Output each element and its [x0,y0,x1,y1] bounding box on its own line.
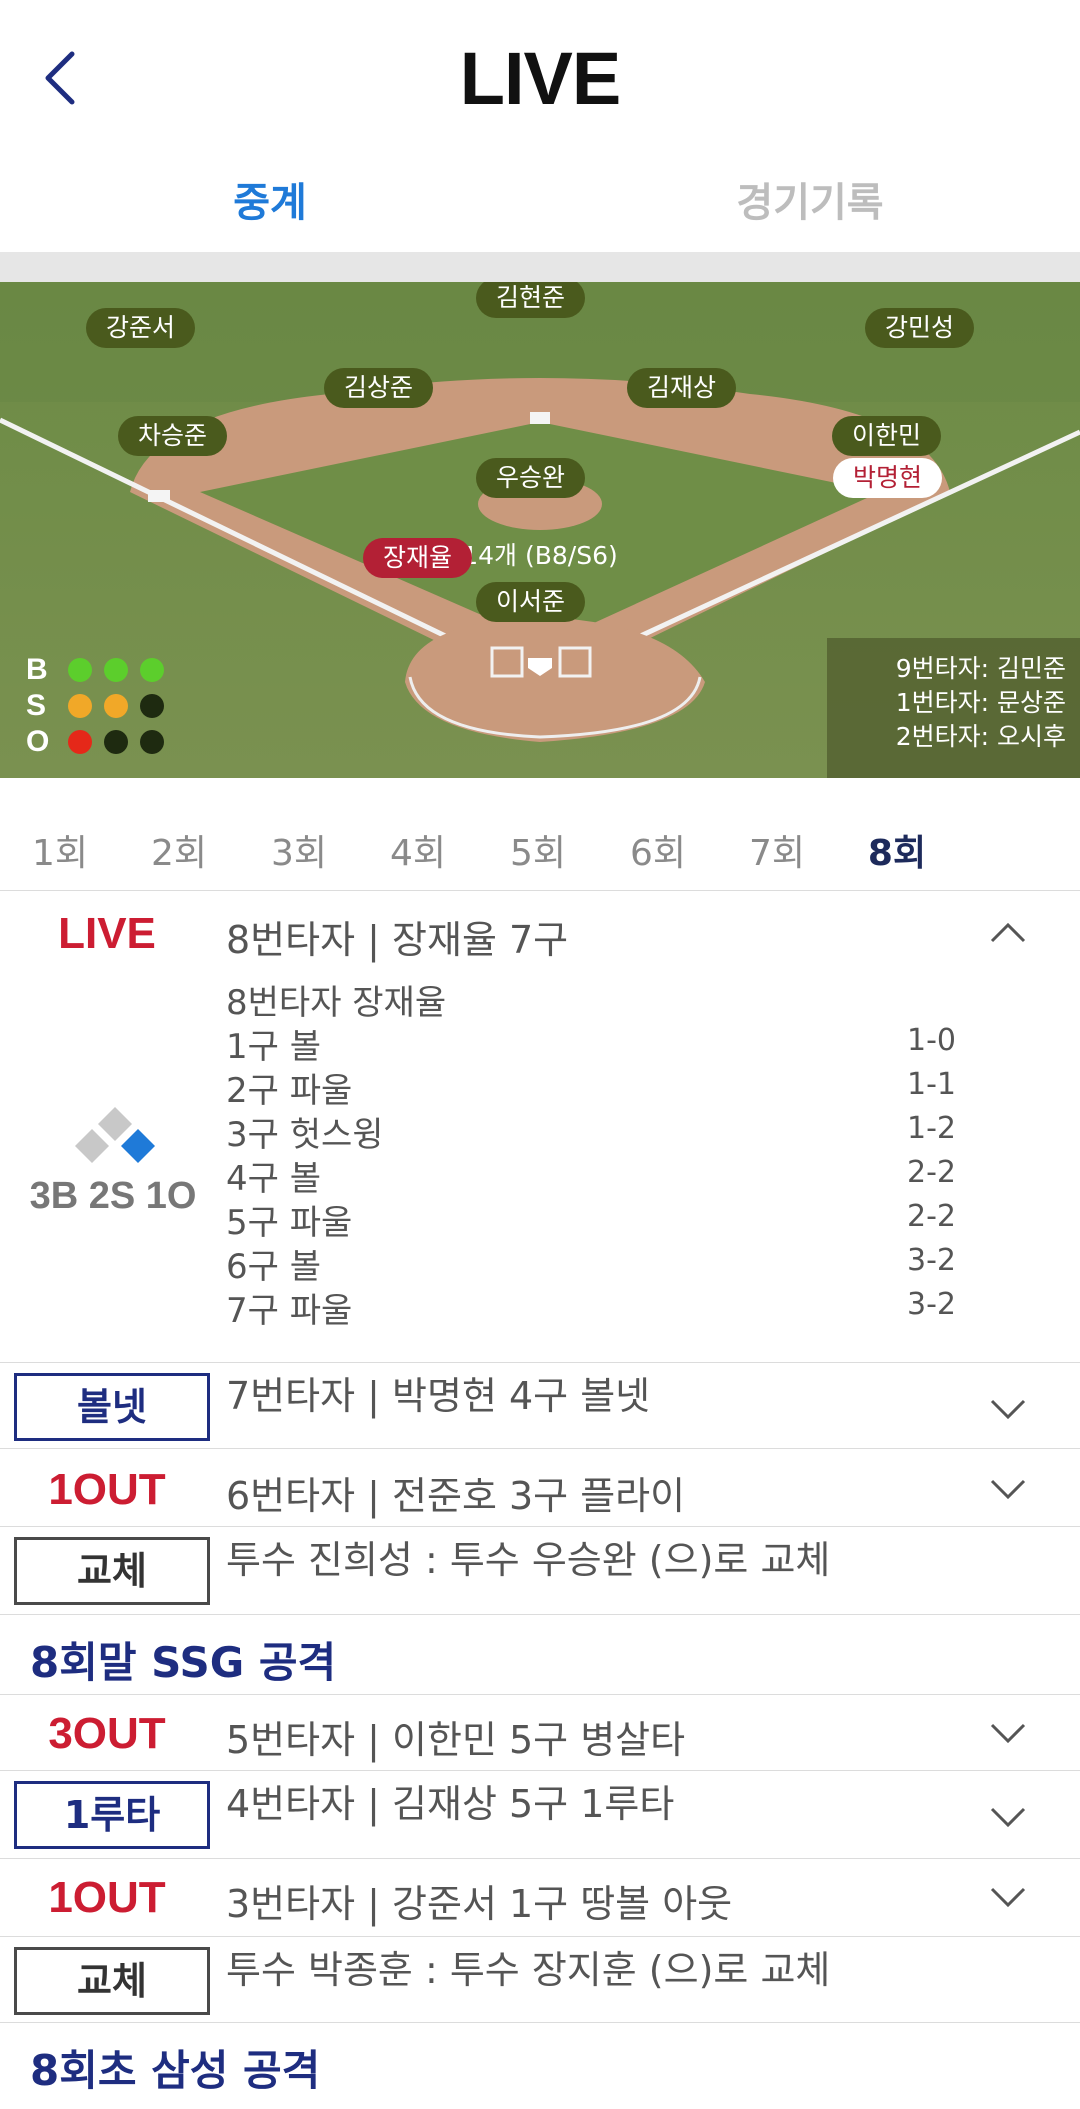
inning-tab[interactable]: 2회 [119,824,239,876]
event-desc: 4번타자 | 김재상 5구 1루타 [226,1782,675,1826]
inning-tab[interactable]: 4회 [358,824,478,876]
outs-row: O [26,724,164,760]
event-desc: 투수 박종훈 : 투수 장지훈 (으)로 교체 [226,1948,831,1992]
event-desc: 3번타자 | 강준서 1구 땅볼 아웃 [226,1882,733,1926]
event-row[interactable]: 1루타 4번타자 | 김재상 5구 1루타 [0,1770,1080,1858]
runner-first-base: 박명현 [833,458,943,498]
chevron-down-icon[interactable] [988,1397,1028,1421]
upcoming-batter: 1번타자: 문상준 [895,688,1066,717]
event-label-out: 3OUT [48,1709,166,1758]
count-summary: 3B 2S 1O [29,1175,197,1217]
baseball-field: 김현준 강준서 강민성 김상준 김재상 차승준 이한민 박명현 우승완 14개 … [0,282,1080,778]
player-right-field: 강민성 [865,308,975,348]
event-desc: 투수 진희성 : 투수 우승완 (으)로 교체 [226,1538,831,1582]
pitch-item: 2구 파울 1-1 [226,1067,956,1111]
upcoming-batter: 9번타자: 김민준 [895,654,1066,683]
event-desc: 5번타자 | 이한민 5구 병살타 [226,1718,686,1762]
event-row: 교체 투수 진희성 : 투수 우승완 (으)로 교체 [0,1526,1080,1614]
live-summary: 8번타자 | 장재율 7구 [226,918,569,962]
event-label-out: 1OUT [48,1873,166,1922]
bso-indicator: B S O [26,652,164,760]
player-third-base: 차승준 [118,416,228,456]
strikes-row: S [26,688,164,724]
current-batter: 장재율 [363,538,473,578]
player-first-base: 이한민 [832,416,942,456]
app-header: LIVE [0,0,1080,150]
inning-tab[interactable]: 1회 [0,824,120,876]
page-title: LIVE [459,37,621,120]
divider [0,252,1080,282]
inning-tab[interactable]: 3회 [239,824,359,876]
event-label-walk: 볼넷 [14,1373,210,1441]
pitch-item: 1구 볼 1-0 [226,1023,956,1067]
event-row[interactable]: 볼넷 7번타자 | 박명현 4구 볼넷 [0,1362,1080,1448]
event-label-out: 1OUT [48,1465,166,1514]
batter-line: 8번타자 장재율 [226,983,447,1023]
pitch-item: 6구 볼 3-2 [226,1243,956,1287]
pitch-item: 4구 볼 2-2 [226,1155,956,1199]
event-desc: 6번타자 | 전준호 3구 플라이 [226,1474,686,1518]
event-label-substitution: 교체 [14,1537,210,1605]
inning-selector: 1회 2회 3회 4회 5회 6회 7회 8회 [0,800,1080,890]
event-row: 교체 투수 박종훈 : 투수 장지훈 (으)로 교체 [0,1936,1080,2022]
inning-tab-active[interactable]: 8회 [837,824,957,876]
event-label-single: 1루타 [14,1781,210,1849]
inning-tab[interactable]: 7회 [717,824,837,876]
event-row[interactable]: 1OUT 3번타자 | 강준서 1구 땅볼 아웃 [0,1858,1080,1936]
inning-tab[interactable]: 5회 [478,824,598,876]
section-title: 8회초 삼성 공격 [30,2046,321,2095]
upcoming-batter: 2번타자: 오시후 [895,722,1066,751]
player-shortstop: 김상준 [324,368,434,408]
event-label-substitution: 교체 [14,1947,210,2015]
base-diamond-icon [75,1107,155,1163]
tab-bar: 중계 경기기록 [0,160,1080,250]
section-header: 8회초 삼성 공격 [0,2022,1080,2109]
section-header: 8회말 SSG 공격 [0,1614,1080,1694]
event-row[interactable]: 1OUT 6번타자 | 전준호 3구 플라이 [0,1448,1080,1526]
player-second-base: 김재상 [627,368,737,408]
chevron-down-icon[interactable] [988,1721,1028,1745]
upcoming-batters: 9번타자: 김민준 1번타자: 문상준 2번타자: 오시후 [827,638,1080,778]
inning-tab[interactable]: 6회 [598,824,718,876]
player-pitcher: 우승완 [476,458,586,498]
chevron-down-icon[interactable] [988,1477,1028,1501]
pitch-item: 5구 파울 2-2 [226,1199,956,1243]
pitch-item: 7구 파울 3-2 [226,1287,956,1331]
chevron-up-icon[interactable] [988,921,1028,945]
pitch-list: 8번타자 장재율 1구 볼 1-0 2구 파울 1-1 3구 헛스윙 1-2 4구 볼… [226,975,1026,1331]
player-center-field: 김현준 [476,282,586,318]
live-label: LIVE [58,909,156,958]
pitch-item: 3구 헛스윙 1-2 [226,1111,956,1155]
player-catcher: 이서준 [476,582,586,622]
section-title: 8회말 SSG 공격 [30,1638,337,1687]
chevron-down-icon[interactable] [988,1805,1028,1829]
event-row[interactable]: 3OUT 5번타자 | 이한민 5구 병살타 [0,1694,1080,1770]
balls-row: B [26,652,164,688]
player-left-field: 강준서 [86,308,196,348]
tab-broadcast[interactable]: 중계 [0,170,540,228]
tab-game-record[interactable]: 경기기록 [540,170,1080,228]
chevron-down-icon[interactable] [988,1885,1028,1909]
event-desc: 7번타자 | 박명현 4구 볼넷 [226,1374,651,1418]
